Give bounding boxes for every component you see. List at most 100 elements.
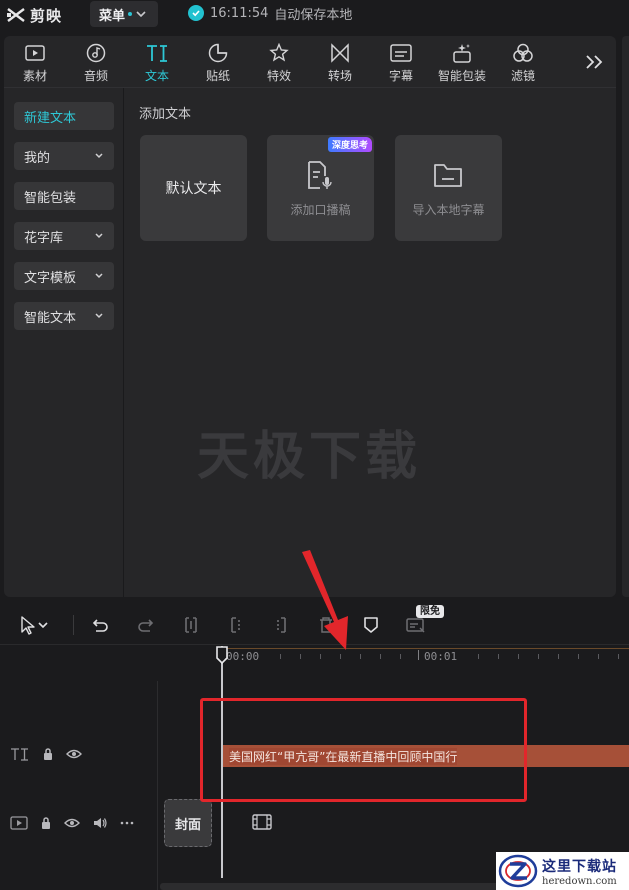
tool-label: 特效	[266, 69, 291, 83]
tool-transition[interactable]: 转场	[309, 40, 371, 86]
sidebar-item-fancy-text[interactable]: 花字库	[14, 222, 114, 250]
track-header-panel	[0, 681, 158, 890]
filter-icon	[512, 42, 534, 64]
ruler-tick	[280, 654, 281, 659]
main-track-controls	[10, 816, 134, 830]
toolbar-divider	[73, 615, 74, 635]
undo-icon	[92, 619, 108, 632]
check-circle-icon	[188, 5, 204, 21]
video-track-icon	[10, 816, 28, 830]
menu-label: 菜单	[99, 8, 126, 24]
redo-icon	[138, 619, 154, 632]
select-tool-button[interactable]	[14, 615, 54, 635]
menu-button[interactable]: 菜单	[90, 1, 158, 27]
site-name: 这里下载站	[542, 858, 617, 875]
text-track-icon	[10, 747, 30, 761]
chevron-down-icon	[95, 153, 103, 159]
eye-icon[interactable]	[64, 817, 80, 829]
effects-icon	[268, 42, 290, 64]
tool-filter[interactable]: 滤镜	[492, 40, 554, 86]
tool-label: 贴纸	[205, 69, 230, 83]
ruler-tick	[538, 654, 539, 659]
tool-label: 音频	[83, 69, 108, 83]
eye-icon[interactable]	[66, 748, 82, 760]
text-track-controls	[10, 747, 82, 761]
deep-thinking-badge: 深度思考	[327, 137, 372, 152]
sidebar-item-label: 花字库	[24, 230, 64, 246]
sidebar-item-text-template[interactable]: 文字模板	[14, 262, 114, 290]
double-chevron-right-icon	[586, 55, 603, 69]
tool-label: 字幕	[388, 69, 413, 83]
timeline-horizontal-scrollbar[interactable]	[160, 883, 500, 890]
tool-label: 滤镜	[510, 69, 535, 83]
card-label: 添加口播稿	[290, 203, 351, 217]
ruler-tick	[578, 654, 579, 659]
chevron-down-icon	[95, 313, 103, 319]
cover-label: 封面	[174, 817, 201, 833]
import-subtitle-card[interactable]: 导入本地字幕	[395, 135, 502, 241]
ruler-tick	[360, 654, 361, 659]
ruler-tick	[478, 654, 479, 659]
tool-label: 智能包装	[437, 69, 486, 83]
save-time: 16:11:54	[210, 5, 269, 21]
sidebar-item-new-text[interactable]: 新建文本	[14, 102, 114, 130]
app-name: 剪映	[30, 6, 63, 25]
tool-sticker[interactable]: 贴纸	[187, 40, 249, 86]
tool-smart-package[interactable]: 智能包装	[431, 40, 493, 86]
sidebar-item-label: 我的	[24, 150, 51, 166]
ruler-time-mark: 00:01	[424, 650, 458, 663]
playhead-handle-icon[interactable]	[215, 646, 229, 664]
delete-left-button[interactable]	[226, 615, 246, 635]
audio-icon	[85, 42, 107, 64]
save-status: 16:11:54 自动保存本地	[188, 4, 352, 23]
more-options-icon[interactable]	[120, 821, 134, 825]
card-label: 默认文本	[165, 181, 222, 197]
tool-text[interactable]: 文本	[126, 40, 188, 86]
delete-right-button[interactable]	[271, 615, 291, 635]
app-logo: 剪映	[6, 5, 62, 25]
site-logo: 这里下载站 heredown.com	[496, 852, 629, 890]
marker-button[interactable]	[361, 615, 381, 635]
category-toolbar: 素材 音频 文本 贴纸 特效 转场 字幕 智能包装 滤镜	[4, 36, 616, 88]
trim-right-icon	[277, 617, 286, 633]
right-panel-edge	[622, 36, 629, 597]
tool-subtitle[interactable]: 字幕	[370, 40, 432, 86]
ruler-tick	[518, 654, 519, 659]
tool-media[interactable]: 素材	[4, 40, 66, 86]
highlight-box	[200, 698, 527, 802]
split-button[interactable]	[181, 615, 201, 635]
subtitle-icon	[390, 42, 412, 64]
capcut-logo-icon	[7, 8, 25, 22]
sidebar-item-smart-text[interactable]: 智能文本	[14, 302, 114, 330]
default-text-card[interactable]: 默认文本	[140, 135, 247, 241]
text-content-area: 添加文本 默认文本 深度思考 添加口播稿 导入本地字幕	[125, 88, 616, 597]
smart-subtitle-button[interactable]	[404, 615, 428, 635]
speaker-icon[interactable]	[92, 816, 108, 830]
chevron-down-icon	[95, 233, 103, 239]
sidebar-item-smart-package[interactable]: 智能包装	[14, 182, 114, 210]
transition-icon	[329, 42, 351, 64]
chevron-down-icon	[38, 622, 48, 629]
add-script-card[interactable]: 深度思考 添加口播稿	[267, 135, 374, 241]
sidebar-item-label: 智能包装	[24, 190, 77, 206]
trim-left-icon	[231, 617, 240, 633]
tool-effects[interactable]: 特效	[248, 40, 310, 86]
lock-icon[interactable]	[42, 747, 54, 761]
time-ruler[interactable]: 00:00 00:01	[222, 646, 629, 668]
film-icon	[252, 814, 272, 833]
tool-label: 素材	[22, 69, 47, 83]
sidebar-item-mine[interactable]: 我的	[14, 142, 114, 170]
ruler-tick	[418, 650, 419, 660]
sidebar-item-label: 文字模板	[24, 270, 77, 286]
more-tools-button[interactable]	[580, 50, 610, 74]
media-icon	[24, 42, 46, 64]
lock-icon[interactable]	[40, 816, 52, 830]
ruler-time-start: 00:00	[226, 650, 260, 663]
cover-button[interactable]: 封面	[164, 799, 212, 847]
tool-audio[interactable]: 音频	[65, 40, 127, 86]
undo-button[interactable]	[90, 615, 110, 635]
sidebar-item-label: 新建文本	[24, 110, 77, 126]
smart-package-icon	[451, 42, 473, 64]
limited-free-badge: 限免	[416, 605, 444, 618]
redo-button[interactable]	[136, 615, 156, 635]
